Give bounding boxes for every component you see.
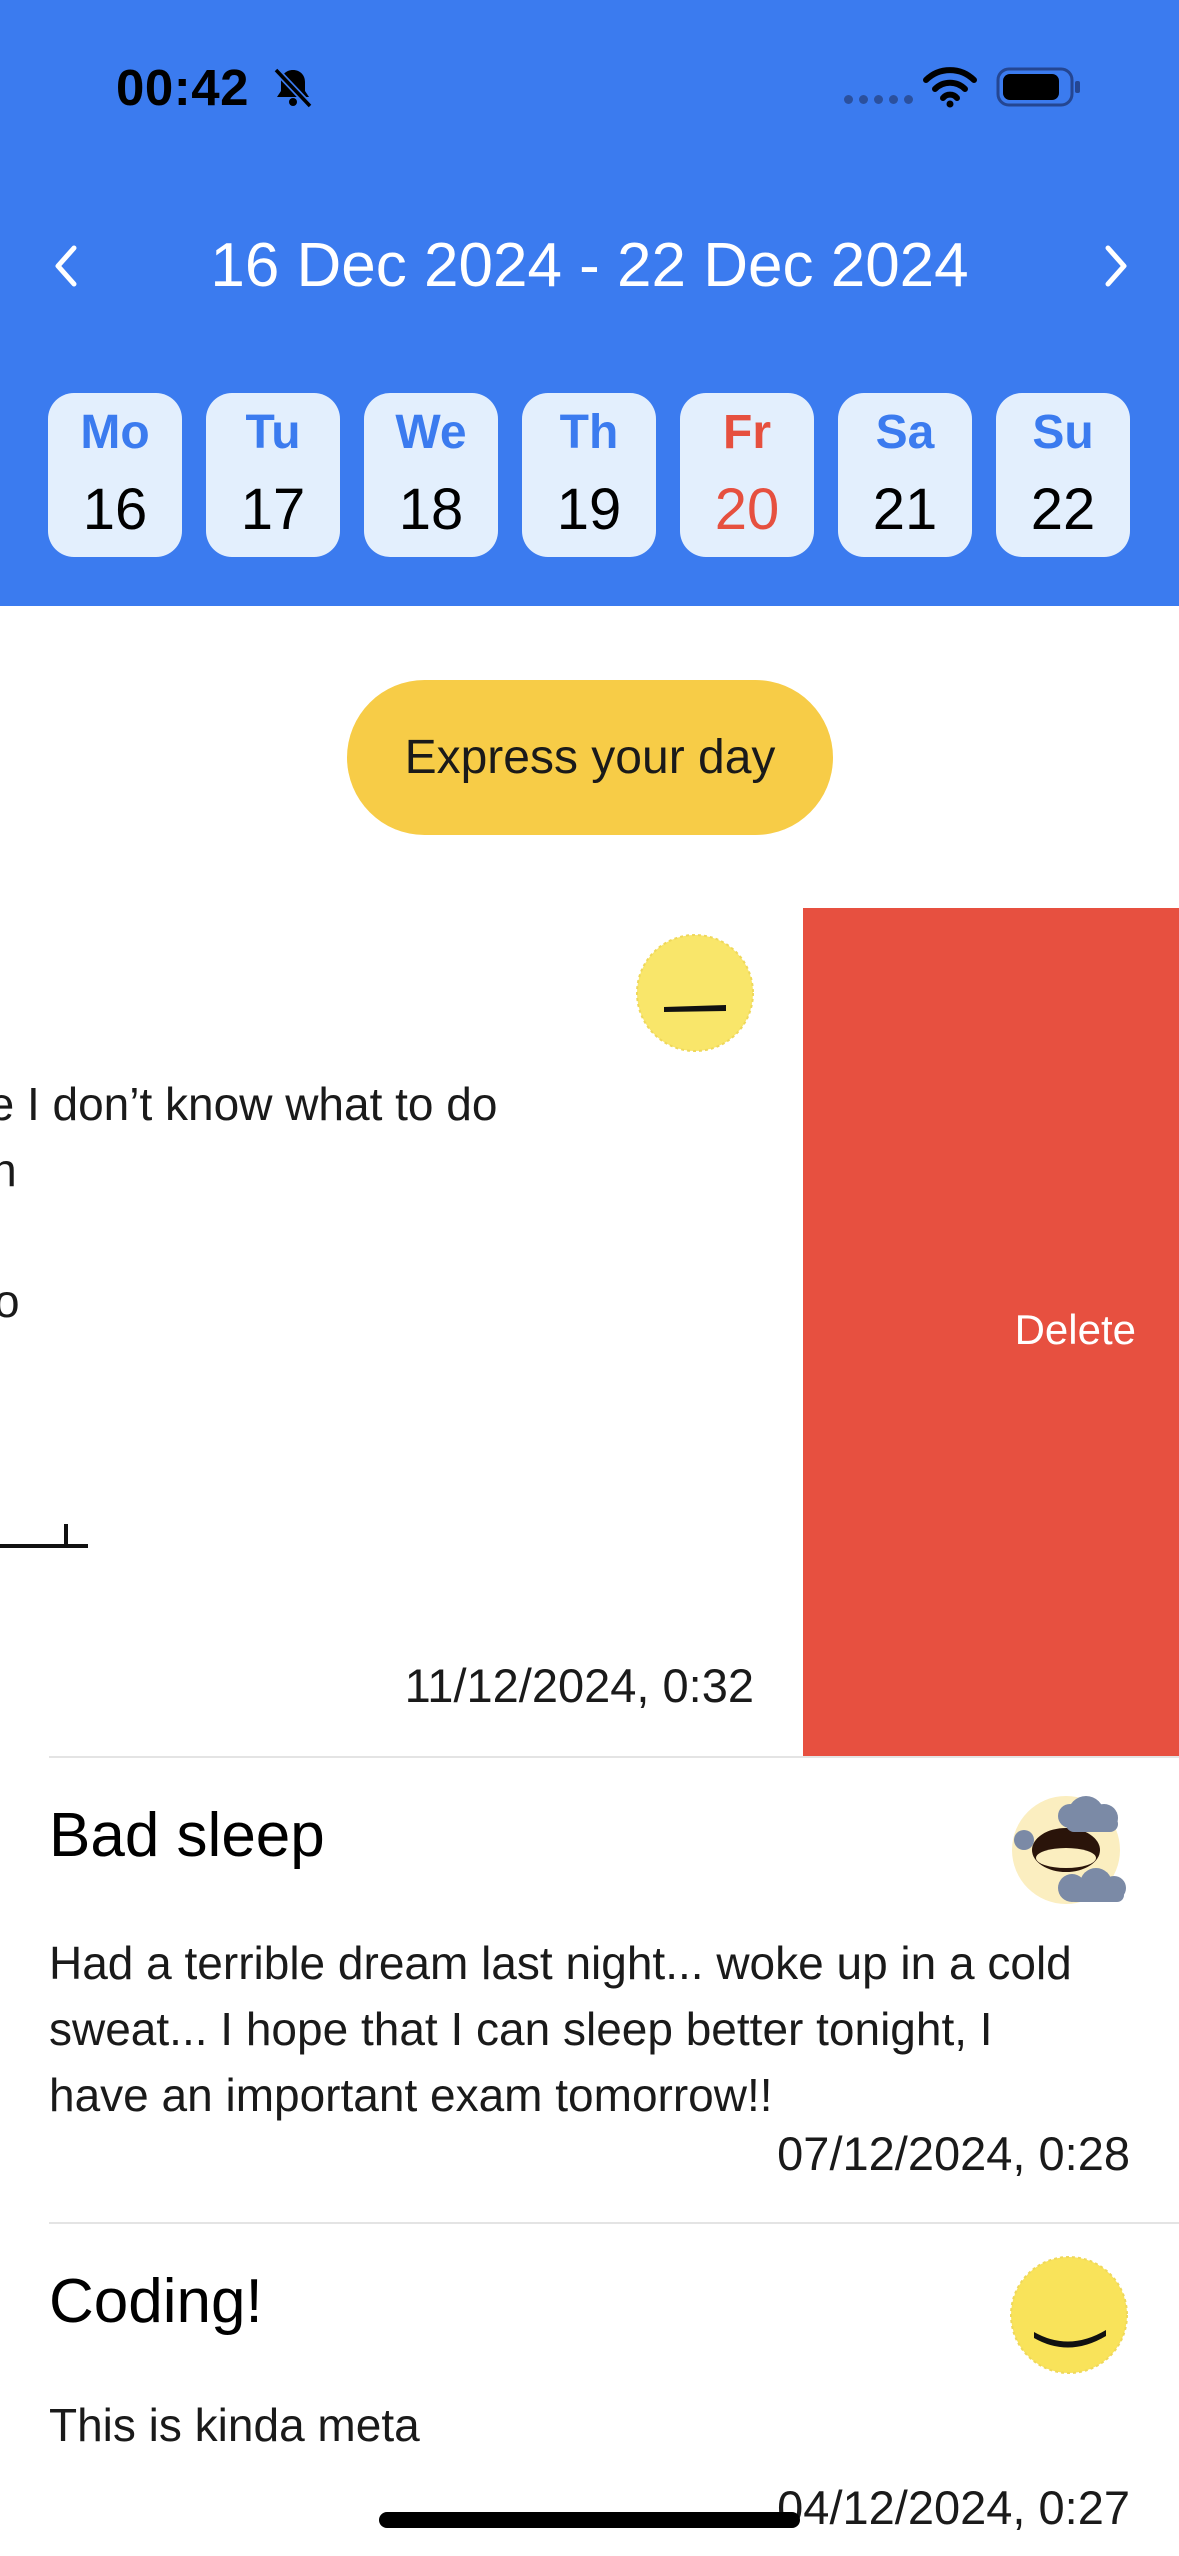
status-time: 00:42 (116, 59, 249, 116)
diary-entry[interactable]: Coding! This is kinda meta 04/12/2024, 0… (0, 2224, 1179, 2556)
entry-date: 07/12/2024, 0:28 (777, 2127, 1130, 2180)
chevron-right-icon (1105, 245, 1127, 287)
express-your-day-button[interactable]: Express your day (347, 680, 833, 835)
day-number: 20 (714, 477, 780, 542)
diary-entry-swiped[interactable]: use I don’t know what to do ugh o 11/12/… (0, 908, 803, 1756)
day-name: Th (559, 406, 619, 459)
home-indicator (379, 2512, 800, 2528)
day-number: 19 (556, 477, 622, 542)
delete-button[interactable]: Delete (803, 908, 1179, 1756)
day-tuesday[interactable]: Tu 17 (206, 393, 340, 557)
header: 00:42 16 Dec 2024 - 22 Dec 2024 Mo 16 Tu… (0, 0, 1179, 606)
week-day-selector: Mo 16 Tu 17 We 18 Th 19 Fr 20 Sa 21 Su 2… (48, 393, 1131, 557)
week-range-title: 16 Dec 2024 - 22 Dec 2024 (210, 231, 969, 300)
bell-slash-icon (273, 67, 313, 109)
day-number: 22 (1030, 477, 1096, 542)
previous-week-button[interactable] (38, 226, 92, 306)
entry-body-partial: o (0, 1275, 20, 1327)
day-thursday[interactable]: Th 19 (522, 393, 656, 557)
wifi-icon (923, 67, 977, 108)
entry-date: 11/12/2024, 0:32 (404, 1659, 754, 1712)
day-saturday[interactable]: Sa 21 (838, 393, 972, 557)
day-name: Su (1032, 406, 1094, 459)
day-number: 17 (240, 477, 306, 542)
day-sunday[interactable]: Su 22 (996, 393, 1130, 557)
day-name: Tu (245, 406, 301, 459)
day-name: Fr (723, 406, 771, 459)
entry-body: use I don’t know what to do ugh (0, 1078, 498, 1196)
entry-title: Coding! (49, 2267, 263, 2336)
day-name: Sa (875, 406, 935, 459)
drawing-mark (0, 1524, 88, 1548)
diary-entry[interactable]: Bad sleep Had a terrible dream last nigh… (0, 1758, 1179, 2222)
chevron-left-icon (55, 245, 77, 287)
entry-date: 04/12/2024, 0:27 (777, 2481, 1130, 2534)
delete-label: Delete (1014, 1306, 1136, 1353)
day-friday-today[interactable]: Fr 20 (680, 393, 814, 557)
entry-body: This is kinda meta (49, 2399, 420, 2451)
battery-icon (996, 67, 1080, 107)
cellular-signal-icon (844, 95, 913, 104)
neutral-face-icon (636, 934, 754, 1052)
day-name: Mo (80, 406, 150, 459)
day-monday[interactable]: Mo 16 (48, 393, 182, 557)
entry-title: Bad sleep (49, 1801, 325, 1870)
day-number: 16 (82, 477, 148, 542)
day-number: 18 (398, 477, 464, 542)
day-wednesday[interactable]: We 18 (364, 393, 498, 557)
stormy-face-icon (1012, 1796, 1126, 1904)
day-number: 21 (872, 477, 938, 542)
entry-body: Had a terrible dream last night... woke … (49, 1937, 1072, 2121)
smiling-face-icon (1010, 2256, 1128, 2374)
day-name: We (395, 406, 467, 459)
next-week-button[interactable] (1090, 226, 1144, 306)
